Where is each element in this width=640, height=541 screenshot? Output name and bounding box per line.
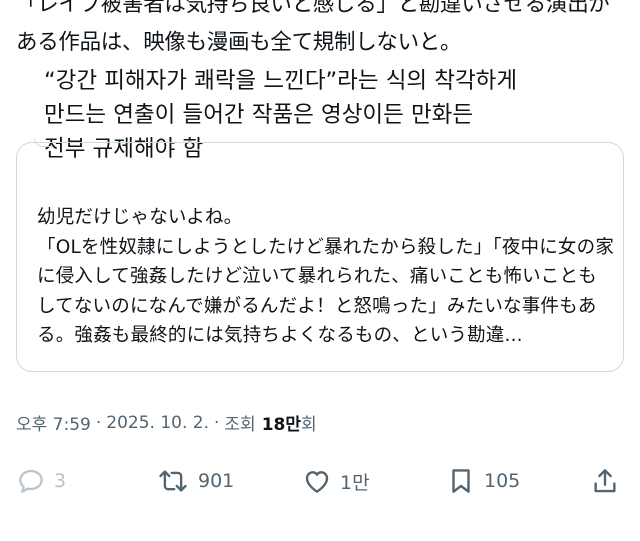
share-button[interactable]: [590, 456, 620, 506]
like-count: 1만: [340, 471, 370, 494]
retweet-count: 901: [198, 470, 235, 492]
post-text: 「レイプ被害者は気持ち良いと感じる」と勘違いさせる演出がある作品は、映像も漫画も…: [16, 0, 610, 55]
like-icon: [302, 466, 332, 496]
views-label: 조회: [224, 415, 256, 435]
post-date[interactable]: 2025. 10. 2.: [106, 413, 209, 433]
like-button[interactable]: 1만: [302, 456, 370, 506]
quoted-post-text: 幼児だけじゃないよね。 「OLを性奴隷にしようとしたけど暴れたから殺した」「夜中…: [37, 207, 615, 346]
separator: ·: [95, 412, 102, 433]
bookmark-button[interactable]: 105: [446, 456, 520, 506]
reply-icon: [16, 466, 46, 496]
views-unit: 회: [301, 415, 317, 435]
reply-count: 3: [54, 470, 67, 492]
bookmark-icon: [446, 466, 476, 496]
action-bar: 3 901 1만 105: [0, 456, 640, 506]
reply-button[interactable]: 3: [16, 456, 66, 506]
quoted-post[interactable]: 幼児だけじゃないよね。 「OLを性奴隷にしようとしたけど暴れたから殺した」「夜中…: [16, 142, 624, 372]
post-metadata: 오후 7:59 · 2025. 10. 2. · 조회 18만 회: [16, 410, 317, 436]
views-count[interactable]: 18만: [262, 410, 301, 435]
share-icon: [590, 466, 620, 496]
retweet-button[interactable]: 901: [156, 456, 234, 506]
bookmark-count: 105: [484, 470, 521, 492]
separator: ·: [214, 412, 220, 433]
post-time[interactable]: 오후 7:59: [16, 410, 91, 435]
retweet-icon: [156, 466, 190, 496]
